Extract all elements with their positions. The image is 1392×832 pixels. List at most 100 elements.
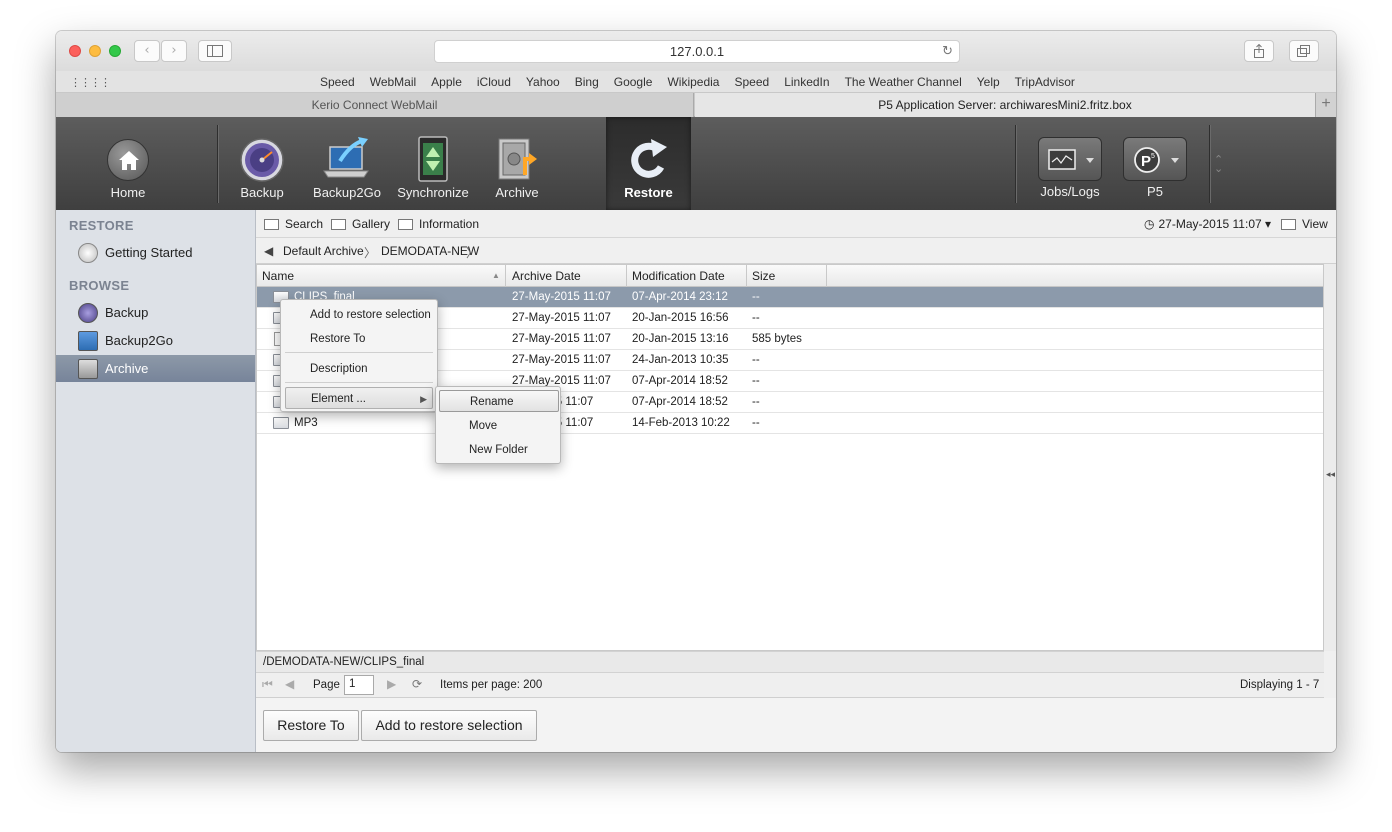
restore-to-button[interactable]: Restore To [263, 710, 359, 741]
bookmark-yelp[interactable]: Yelp [977, 75, 1000, 89]
p5-label: P5 [1147, 184, 1163, 199]
date-selector[interactable]: ◷ 27-May-2015 11:07 ▾ [1144, 217, 1271, 231]
previous-page-icon[interactable]: ◀ [285, 677, 294, 691]
sidebar-toggle-button[interactable] [198, 40, 232, 62]
tab-p5-server[interactable]: P5 Application Server: archiwaresMini2.f… [695, 93, 1315, 117]
new-tab-button[interactable]: + [1315, 93, 1336, 117]
menu-item-add-to-restore-selection[interactable]: Add to restore selection [281, 304, 437, 326]
home-button[interactable]: Home [86, 117, 170, 210]
sidebar-item-label: Archive [105, 361, 149, 376]
next-page-icon[interactable]: ▶ [387, 677, 396, 691]
bookmark-bing[interactable]: Bing [575, 75, 599, 89]
breadcrumb-demodata-new[interactable]: DEMODATA-NEW [381, 244, 479, 258]
address-bar[interactable]: 127.0.0.1 ↻ [434, 40, 960, 63]
action-bar: Restore To Add to restore selection [256, 698, 1336, 752]
forward-button[interactable]: › [161, 40, 187, 62]
restore-button[interactable]: Restore [606, 117, 691, 210]
p5-dropdown[interactable]: P 5 [1123, 137, 1187, 181]
synchronize-icon [418, 136, 448, 182]
bookmarks-list: Speed WebMail Apple iCloud Yahoo Bing Go… [320, 75, 1090, 89]
backup-button[interactable]: Backup [234, 117, 290, 210]
table-row[interactable]: MP3 015 11:07 14-Feb-2013 10:22 -- [257, 413, 1323, 434]
toolbar-divider [217, 125, 218, 203]
column-header-name[interactable]: Name [262, 269, 294, 283]
view-button[interactable]: View [1281, 217, 1328, 231]
bookmark-weather-channel[interactable]: The Weather Channel [845, 75, 962, 89]
column-header-modification-date[interactable]: Modification Date [632, 269, 725, 283]
jobs-logs-dropdown[interactable] [1038, 137, 1102, 181]
column-divider [746, 265, 747, 287]
row-modification-date: 07-Apr-2014 18:52 [632, 375, 728, 387]
main-panel: Search Gallery Information ◷ 27-May-2015 … [256, 210, 1336, 752]
monitor-chart-icon [1048, 149, 1094, 170]
gallery-label: Gallery [352, 217, 391, 231]
menu-item-move[interactable]: Move [436, 415, 560, 437]
bookmark-apple[interactable]: Apple [431, 75, 462, 89]
gallery-button[interactable]: Gallery [331, 217, 390, 231]
sidebar-item-getting-started[interactable]: Getting Started [56, 239, 255, 266]
restore-label: Restore [624, 185, 673, 200]
zoom-window-button[interactable] [109, 45, 121, 57]
column-divider [505, 265, 506, 287]
column-header-size[interactable]: Size [752, 269, 775, 283]
reload-icon[interactable]: ↻ [942, 41, 953, 62]
bookmark-google[interactable]: Google [614, 75, 653, 89]
share-button[interactable] [1244, 40, 1274, 62]
backup2go-button[interactable]: Backup2Go [311, 117, 383, 210]
archive-button[interactable]: Archive [488, 117, 546, 210]
tabs-icon [1297, 45, 1310, 57]
column-header-archive-date[interactable]: Archive Date [512, 269, 581, 283]
sidebar-item-backup[interactable]: Backup [56, 299, 255, 326]
information-button[interactable]: Information [398, 217, 479, 231]
close-window-button[interactable] [69, 45, 81, 57]
sidebar-item-backup2go[interactable]: Backup2Go [56, 327, 255, 354]
bookmark-linkedin[interactable]: LinkedIn [784, 75, 829, 89]
bookmark-icloud[interactable]: iCloud [477, 75, 511, 89]
refresh-icon[interactable]: ⟳ [412, 677, 422, 691]
browser-tab-strip: Kerio Connect WebMail P5 Application Ser… [56, 93, 1336, 117]
backup-gauge-icon [78, 303, 98, 323]
menu-separator [285, 382, 433, 383]
add-to-restore-selection-button[interactable]: Add to restore selection [361, 710, 537, 741]
breadcrumb-default-archive[interactable]: Default Archive [283, 244, 364, 258]
svg-text:P: P [1141, 153, 1151, 170]
bookmark-speed-2[interactable]: Speed [734, 75, 769, 89]
backup2go-label: Backup2Go [313, 185, 381, 200]
tab-kerio-webmail[interactable]: Kerio Connect WebMail [56, 93, 694, 117]
menu-item-restore-to[interactable]: Restore To [281, 328, 437, 350]
synchronize-button[interactable]: Synchronize [395, 117, 471, 210]
information-label: Information [419, 217, 480, 231]
back-button[interactable]: ‹ [134, 40, 160, 62]
jobs-logs-button[interactable]: Jobs/Logs [1036, 117, 1104, 210]
menu-item-new-folder[interactable]: New Folder [436, 439, 560, 461]
search-button[interactable]: Search [264, 217, 323, 231]
menu-item-element[interactable]: Element ... ▶ [285, 387, 433, 409]
chevron-right-icon: › [171, 43, 177, 58]
top-sites-grid-icon[interactable]: ⋮⋮⋮⋮ [70, 76, 111, 89]
bookmark-yahoo[interactable]: Yahoo [526, 75, 560, 89]
clock-icon: ◷ [1144, 217, 1155, 231]
first-page-icon[interactable]: ⏮ [262, 677, 273, 692]
toolbar-collapse-icon[interactable]: ⌃ ⌄ [1214, 154, 1223, 174]
menu-item-rename[interactable]: Rename [439, 390, 559, 412]
page-number-input[interactable]: 1 [344, 675, 374, 695]
bookmark-webmail[interactable]: WebMail [370, 75, 416, 89]
breadcrumb-back-icon[interactable]: ◀ [264, 244, 273, 258]
minimize-window-button[interactable] [89, 45, 101, 57]
browser-window: ‹ › 127.0.0.1 ↻ ⋮⋮⋮⋮ Speed WebMail Apple… [56, 31, 1336, 752]
sidebar-item-archive[interactable]: Archive [56, 355, 255, 382]
bookmark-speed[interactable]: Speed [320, 75, 355, 89]
bookmark-tripadvisor[interactable]: TripAdvisor [1015, 75, 1075, 89]
archive-label: Archive [495, 185, 539, 200]
p5-menu-button[interactable]: P 5 P5 [1122, 117, 1188, 210]
bookmark-wikipedia[interactable]: Wikipedia [667, 75, 719, 89]
tabs-overview-button[interactable] [1289, 40, 1319, 62]
date-selector-value: 27-May-2015 11:07 [1158, 217, 1262, 231]
row-modification-date: 14-Feb-2013 10:22 [632, 417, 730, 429]
menu-item-description[interactable]: Description [281, 358, 437, 380]
laptop-upload-icon [78, 331, 98, 351]
panel-resize-handle[interactable]: ◂◂ [1324, 264, 1336, 651]
breadcrumb-separator-icon: 〉 [364, 246, 377, 260]
row-archive-date: 27-May-2015 11:07 [512, 333, 611, 345]
home-label: Home [110, 185, 146, 200]
